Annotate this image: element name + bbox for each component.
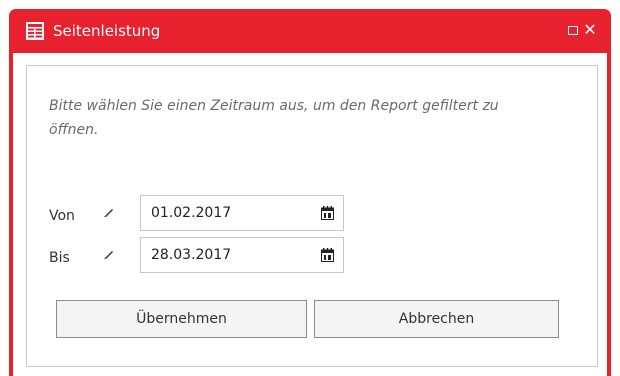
dialog-title: Seitenleistung [53, 22, 161, 40]
to-date-input[interactable]: 28.03.2017 [140, 237, 344, 273]
pencil-icon [104, 251, 113, 259]
to-label: Bis [49, 250, 70, 266]
report-filter-dialog: Seitenleistung ✕ Bitte wählen Sie einen … [9, 9, 611, 376]
maximize-button[interactable] [568, 26, 578, 35]
title-bar[interactable]: Seitenleistung ✕ [9, 9, 611, 53]
apply-button[interactable]: Übernehmen [56, 300, 307, 338]
from-date-value: 01.02.2017 [151, 205, 232, 221]
from-date-input[interactable]: 01.02.2017 [140, 195, 344, 231]
cancel-button[interactable]: Abbrechen [314, 300, 559, 338]
close-button[interactable]: ✕ [583, 21, 597, 39]
from-label: Von [49, 208, 75, 224]
to-date-value: 28.03.2017 [151, 247, 232, 263]
calendar-icon[interactable] [321, 206, 334, 220]
dialog-content: Bitte wählen Sie einen Zeitraum aus, um … [13, 53, 607, 376]
pencil-icon [104, 209, 113, 217]
filter-panel: Bitte wählen Sie einen Zeitraum aus, um … [26, 65, 598, 367]
instruction-text: Bitte wählen Sie einen Zeitraum aus, um … [49, 98, 499, 138]
table-report-icon [26, 22, 44, 40]
calendar-icon[interactable] [321, 248, 334, 262]
